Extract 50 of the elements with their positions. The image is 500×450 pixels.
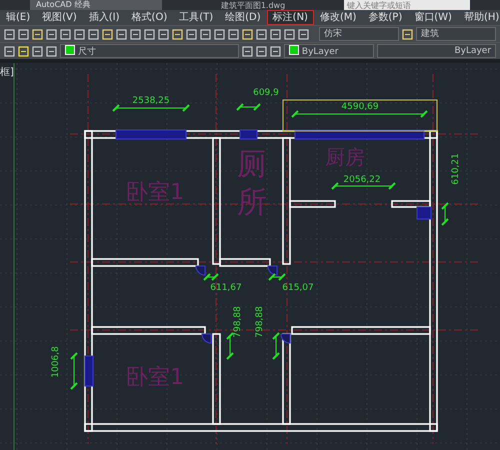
dimension-line [441,202,449,226]
window-symbol [84,356,94,386]
menu-item[interactable]: 帮助(H) [458,10,500,25]
window-symbol [240,130,258,140]
menu-item[interactable]: 视图(V) [36,10,83,25]
menu-item[interactable]: 窗口(W) [408,10,458,25]
text-style-dropdown[interactable]: 仿宋 [319,27,399,41]
menu-item[interactable]: 辑(E) [0,10,36,25]
door-swing [202,334,212,344]
dimension-line [203,273,219,281]
menu-item[interactable]: 工具(T) [173,10,220,25]
menu-item[interactable]: 绘图(D) [219,10,267,25]
dimension-style-dropdown[interactable]: 建筑 [416,27,496,41]
room-label: 厨房 [325,145,365,169]
window-title: 建筑平面图1.dwg [220,0,286,10]
menu-item[interactable]: 插入(I) [82,10,126,25]
room-label: 卧室1 [126,180,184,205]
dimension-text: 2056,22 [343,175,381,185]
dimension-text: 609,9 [253,88,279,98]
dimension-text: 4590,69 [341,102,379,112]
door-swing [268,266,278,276]
menu-item[interactable]: 标注(N) [266,10,314,25]
viewport-label[interactable]: 框] [0,65,14,79]
window-symbol [116,130,186,140]
door-swing [280,334,290,344]
dimension-text: 615,07 [282,283,314,293]
linetype-dropdown[interactable]: ByLayer [376,44,496,58]
dimension-line [236,103,261,111]
dimension-line [226,332,234,360]
dimension-text: 1006,8 [51,346,61,378]
dimension-text: 798,88 [255,306,265,338]
dimension-line [331,182,396,190]
dimension-text: 611,67 [210,283,242,293]
dimension-line [268,273,286,281]
color-dropdown[interactable]: ByLayer [284,44,374,58]
workspace-dropdown[interactable]: AutoCAD 经典 [30,0,162,10]
menu-item[interactable]: 参数(P) [362,10,408,25]
room-label: 卧室1 [126,365,184,390]
dimension-text: 798,88 [233,306,243,338]
menu-item[interactable]: 修改(M) [314,10,362,25]
window-symbol [416,206,432,220]
search-field[interactable]: 键入关键字或短语 [344,0,470,10]
room-label: 厕所 [237,147,267,220]
dimension-text: 610,21 [451,153,461,185]
menu-item[interactable]: 格式(O) [126,10,174,25]
dimension-line [70,352,78,390]
dimension-text: 2538,25 [132,96,170,106]
layer-dropdown[interactable]: 尺寸 [60,44,240,58]
dimension-line [272,332,280,360]
door-swing [196,266,206,276]
